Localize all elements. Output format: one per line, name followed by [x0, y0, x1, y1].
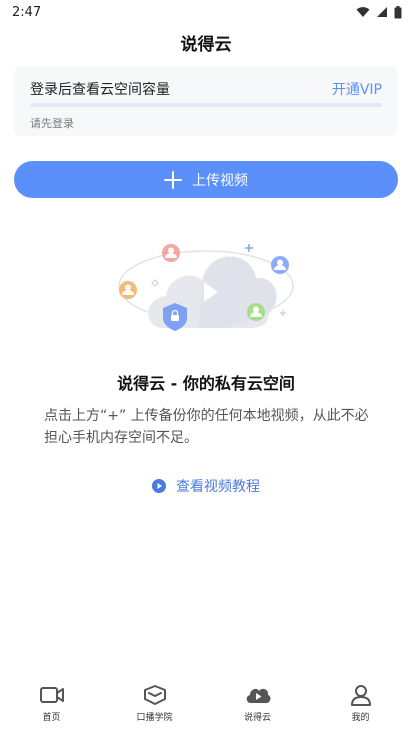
upload-button-label: 上传视频 — [192, 172, 248, 189]
cloud-illustration — [118, 244, 294, 331]
tab-mine[interactable]: 我的 — [309, 676, 412, 734]
plus-icon — [164, 170, 182, 189]
tab-home[interactable]: 首页 — [0, 676, 103, 734]
login-hint[interactable]: 请先登录 — [30, 115, 74, 131]
video-tutorial-link[interactable]: 查看视频教程 — [0, 476, 412, 496]
wifi-icon — [356, 7, 370, 17]
storage-progress-bar — [30, 103, 382, 107]
status-icons — [356, 5, 402, 19]
play-circle-icon — [152, 479, 166, 493]
tutorial-link-label: 查看视频教程 — [176, 479, 260, 495]
status-time: 2:47 — [12, 4, 42, 20]
storage-card: 登录后查看云空间容量 开通VIP 请先登录 — [14, 66, 398, 136]
storage-title: 登录后查看云空间容量 — [30, 82, 170, 98]
user-icon — [350, 685, 371, 706]
empty-state-title: 说得云 - 你的私有云空间 — [117, 374, 295, 393]
video-camera-icon — [39, 687, 64, 703]
bottom-tab-bar: 首页 口播学院 说得云 我的 — [0, 676, 412, 734]
page-title: 说得云 — [180, 35, 232, 55]
tab-label-cloud: 说得云 — [243, 713, 271, 723]
tab-academy[interactable]: 口播学院 — [103, 676, 206, 734]
graduation-cap-icon — [143, 685, 166, 705]
upload-video-button[interactable]: 上传视频 — [14, 161, 398, 198]
cloud-play-icon — [246, 688, 270, 703]
battery-icon — [394, 5, 402, 18]
signal-icon — [377, 7, 387, 17]
tab-label-home: 首页 — [42, 713, 61, 723]
status-bar: 2:47 — [0, 0, 412, 24]
empty-state-description: 点击上方“+” 上传备份你的任何本地视频，从此不必担心手机内存空间不足。 — [44, 408, 369, 446]
vip-link[interactable]: 开通VIP — [332, 79, 382, 99]
tab-cloud[interactable]: 说得云 — [206, 676, 309, 734]
tab-label-academy: 口播学院 — [136, 713, 173, 723]
tab-label-mine: 我的 — [351, 713, 370, 723]
